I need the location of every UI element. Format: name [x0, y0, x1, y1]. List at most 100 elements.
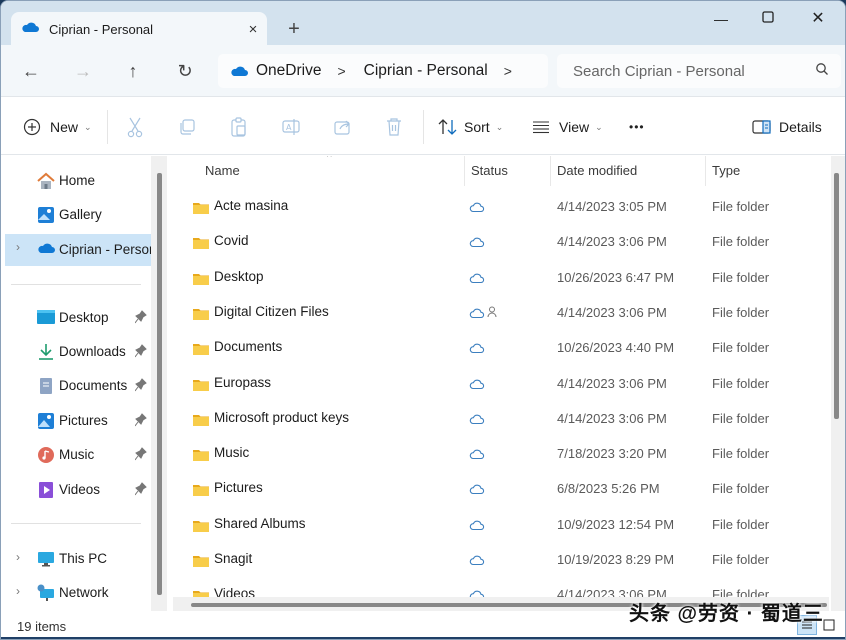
- chevron-right-icon[interactable]: ›: [16, 550, 20, 564]
- forward-button[interactable]: →: [69, 58, 97, 84]
- date-modified: 4/14/2023 3:06 PM: [557, 234, 667, 250]
- details-button[interactable]: Details: [752, 114, 822, 140]
- pin-icon[interactable]: [134, 447, 147, 461]
- file-row[interactable]: Music 7/18/2023 3:20 PM File folder: [169, 436, 809, 471]
- share-button[interactable]: [333, 114, 353, 140]
- sidebar-item-downloads[interactable]: Downloads: [5, 337, 151, 367]
- view-button[interactable]: View ⌄: [532, 114, 603, 140]
- file-name: Desktop: [214, 268, 264, 284]
- pin-icon[interactable]: [134, 378, 147, 392]
- folder-icon: [193, 483, 209, 497]
- folder-icon: [193, 413, 209, 426]
- close-button[interactable]: ✕: [795, 7, 841, 31]
- column-header-date-modified[interactable]: Date modified: [557, 156, 637, 186]
- breadcrumb-chevron[interactable]: >: [504, 63, 512, 79]
- file-row[interactable]: Acte masina 4/14/2023 3:05 PM File folder: [169, 189, 809, 224]
- paste-button[interactable]: [229, 114, 249, 140]
- new-tab-button[interactable]: +: [281, 16, 307, 42]
- file-type: File folder: [712, 516, 770, 532]
- cut-button[interactable]: [125, 114, 145, 140]
- sidebar-item-home[interactable]: Home: [5, 166, 151, 196]
- file-row[interactable]: Pictures 6/8/2023 5:26 PM File folder: [169, 471, 809, 506]
- tab-close-button[interactable]: ×: [239, 21, 267, 38]
- file-type: File folder: [712, 199, 770, 214]
- copy-button[interactable]: [177, 114, 197, 140]
- file-type: File folder: [712, 234, 770, 250]
- file-type: File folder: [712, 304, 770, 320]
- sidebar-item-documents[interactable]: Documents: [5, 371, 151, 401]
- file-type: File folder: [712, 552, 770, 567]
- file-type: File folder: [712, 410, 770, 426]
- column-divider[interactable]: [550, 156, 551, 186]
- sidebar-item-music[interactable]: Music: [5, 440, 151, 470]
- pin-icon[interactable]: [134, 344, 147, 358]
- refresh-button[interactable]: ↻: [171, 58, 199, 84]
- see-more-button[interactable]: •••: [629, 114, 645, 140]
- file-list-vertical-scrollbar-thumb[interactable]: [834, 173, 839, 419]
- file-row[interactable]: Shared Albums 10/9/2023 12:54 PM File fold…: [169, 507, 809, 542]
- maximize-icon: [762, 11, 774, 23]
- file-row[interactable]: Desktop 10/26/2023 6:47 PM File folder: [169, 260, 809, 295]
- pin-icon[interactable]: [134, 482, 147, 496]
- navigation-pane: Home Gallery › Ciprian - Personal Deskto…: [1, 156, 151, 611]
- column-divider[interactable]: [464, 156, 465, 186]
- tab-ciprian-personal[interactable]: Ciprian - Personal ×: [11, 12, 267, 46]
- date-modified: 10/26/2023 6:47 PM: [557, 269, 675, 285]
- sidebar-item-this-pc[interactable]: › This PC: [5, 544, 151, 574]
- tab-title: Ciprian - Personal: [49, 21, 154, 37]
- file-row[interactable]: Digital Citizen Files 4/14/2023 3:06 PM Fi…: [169, 295, 809, 330]
- breadcrumb-ciprian-personal[interactable]: Ciprian - Personal: [364, 62, 488, 80]
- sidebar-item-label: This PC: [59, 551, 108, 566]
- back-button[interactable]: ←: [17, 58, 45, 84]
- cloud-status-icon: [469, 306, 485, 318]
- column-header-status[interactable]: Status: [471, 156, 508, 186]
- folder-icon: [193, 448, 209, 462]
- breadcrumb-chevron[interactable]: >: [337, 63, 345, 79]
- pin-icon[interactable]: [134, 413, 147, 427]
- date-modified: 4/14/2023 3:06 PM: [557, 304, 667, 320]
- up-button[interactable]: ↑: [119, 58, 147, 84]
- date-modified: 10/19/2023 8:29 PM: [557, 552, 675, 567]
- sidebar-item-ciprian-personal[interactable]: › Ciprian - Personal: [5, 234, 151, 266]
- sidebar-item-pictures[interactable]: Pictures: [5, 406, 151, 436]
- column-header-type[interactable]: Type: [712, 156, 740, 186]
- navigation-pane-scrollbar-thumb[interactable]: [157, 173, 162, 595]
- file-row[interactable]: Documents 10/26/2023 4:40 PM File folder: [169, 330, 809, 365]
- column-divider[interactable]: [705, 156, 706, 186]
- breadcrumb-onedrive[interactable]: OneDrive: [256, 62, 321, 80]
- watermark-text: 头条 @劳资 · 蜀道三: [629, 603, 824, 625]
- sidebar-item-network[interactable]: › Network: [5, 578, 151, 608]
- sidebar-item-label: Gallery: [59, 207, 102, 222]
- sidebar-item-videos[interactable]: Videos: [5, 475, 151, 505]
- chevron-right-icon[interactable]: ›: [16, 584, 20, 598]
- delete-button[interactable]: [385, 114, 403, 140]
- file-row[interactable]: Snagit 10/19/2023 8:29 PM File folder: [169, 542, 809, 577]
- new-button[interactable]: New ⌄: [23, 114, 92, 140]
- chevron-right-icon[interactable]: ›: [16, 240, 20, 254]
- cloud-status-icon: [469, 482, 485, 495]
- search-icon[interactable]: [815, 62, 829, 80]
- column-header-name[interactable]: Name: [205, 156, 240, 186]
- search-input[interactable]: Search Ciprian - Personal: [557, 54, 841, 88]
- sidebar-item-gallery[interactable]: Gallery: [5, 200, 151, 230]
- minimize-button[interactable]: —: [698, 7, 744, 31]
- file-row[interactable]: Europass 4/14/2023 3:06 PM File folder: [169, 366, 809, 401]
- cloud-status-icon: [469, 377, 485, 389]
- gallery-icon: [37, 206, 55, 224]
- file-row[interactable]: Microsoft product keys 4/14/2023 3:06 PM F…: [169, 401, 809, 436]
- rename-button[interactable]: A: [281, 114, 301, 140]
- pin-icon[interactable]: [134, 310, 147, 324]
- sidebar-item-desktop[interactable]: Desktop: [5, 303, 151, 333]
- svg-text:A: A: [286, 123, 292, 132]
- sort-button[interactable]: Sort ⌄: [438, 114, 503, 140]
- maximize-button[interactable]: [745, 7, 791, 31]
- file-row[interactable]: Covid 4/14/2023 3:06 PM File folder: [169, 224, 809, 259]
- cloud-status-icon: [469, 341, 485, 354]
- file-type: File folder: [712, 340, 770, 356]
- documents-icon: [37, 377, 55, 395]
- file-type: File folder: [712, 269, 770, 285]
- address-bar[interactable]: OneDrive > Ciprian - Personal >: [218, 54, 548, 88]
- file-name: Pictures: [214, 480, 263, 496]
- share-icon: [334, 120, 350, 135]
- cloud-status-icon: [469, 235, 485, 248]
